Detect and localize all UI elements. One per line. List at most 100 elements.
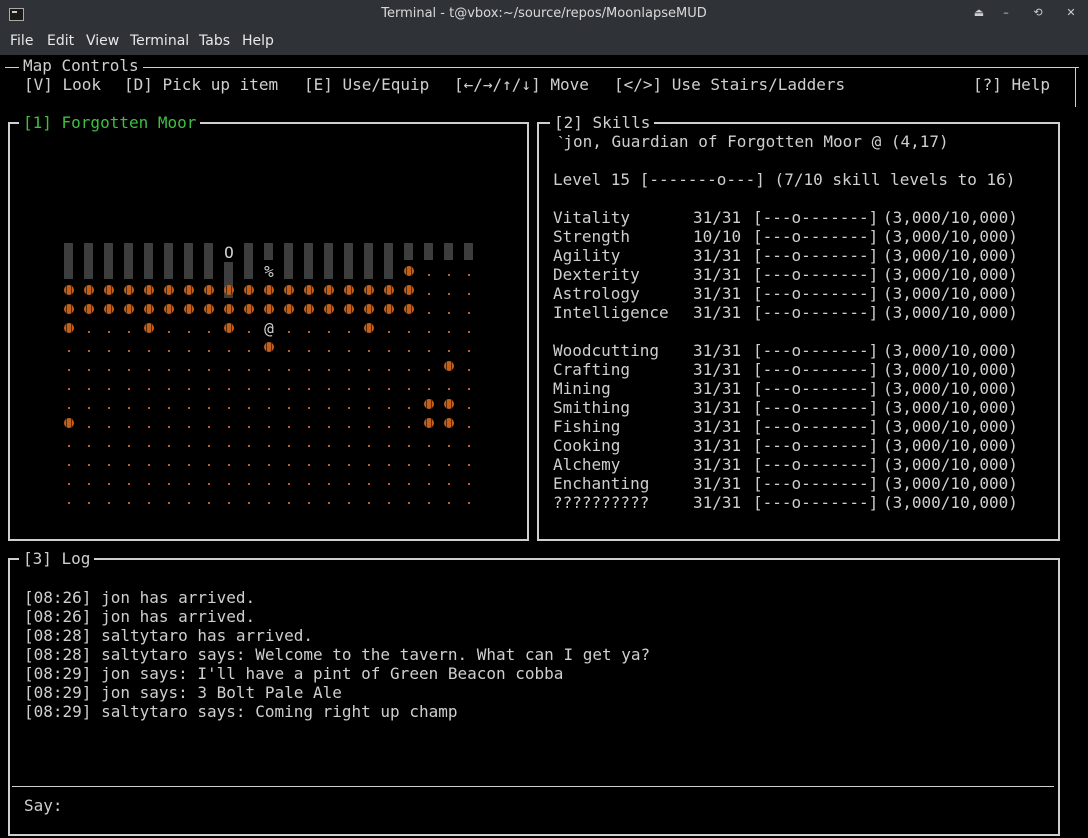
barrel-icon — [104, 285, 114, 295]
menu-file[interactable]: File — [10, 33, 33, 49]
menu-view[interactable]: View — [86, 33, 119, 49]
menu-tabs[interactable]: Tabs — [199, 33, 230, 49]
floor-dot — [448, 464, 450, 466]
floor-dot — [228, 407, 230, 409]
shade-window-icon[interactable]: ⏏ — [970, 4, 988, 22]
floor-dot — [388, 464, 390, 466]
controls-title: Map Controls — [19, 56, 143, 75]
maximize-window-icon[interactable]: ⟲ — [1029, 4, 1047, 22]
barrel-icon — [404, 304, 414, 314]
floor-dot — [448, 350, 450, 352]
skill-value: 31/31 — [693, 341, 742, 360]
floor-dot — [248, 331, 250, 333]
terminal-area[interactable]: Map Controls [V] Look [D] Pick up item [… — [3, 55, 1081, 836]
skill-name: Cooking — [553, 436, 621, 455]
floor-dot — [128, 388, 130, 390]
floor-dot — [168, 407, 170, 409]
skill-name: Fishing — [553, 417, 621, 436]
skill-progress: [---o-------] — [753, 265, 879, 284]
floor-dot — [468, 293, 470, 295]
floor-dot — [308, 369, 310, 371]
floor-dot — [188, 483, 190, 485]
floor-dot — [228, 350, 230, 352]
floor-dot — [188, 331, 190, 333]
floor-dot — [188, 426, 190, 428]
barrel-icon — [384, 285, 394, 295]
floor-dot — [128, 502, 130, 504]
floor-dot — [388, 369, 390, 371]
menu-help[interactable]: Help — [242, 33, 274, 49]
floor-dot — [428, 502, 430, 504]
floor-dot — [348, 369, 350, 371]
skill-progress: [---o-------] — [753, 341, 879, 360]
floor-dot — [228, 445, 230, 447]
floor-dot — [348, 464, 350, 466]
floor-dot — [228, 388, 230, 390]
floor-dot — [448, 293, 450, 295]
barrel-icon — [184, 304, 194, 314]
floor-dot — [168, 483, 170, 485]
barrel-icon — [64, 418, 74, 428]
floor-dot — [448, 331, 450, 333]
wall-segment — [264, 243, 273, 260]
floor-dot — [68, 502, 70, 504]
skill-progress: [---o-------] — [753, 379, 879, 398]
floor-dot — [368, 350, 370, 352]
skill-xp: (3,000/10,000) — [883, 284, 1018, 303]
floor-dot — [268, 426, 270, 428]
floor-dot — [148, 464, 150, 466]
skill-name: Mining — [553, 379, 611, 398]
skills-header: ˋjon, Guardian of Forgotten Moor @ (4,17… — [558, 132, 949, 151]
skill-xp: (3,000/10,000) — [883, 246, 1018, 265]
floor-dot — [328, 464, 330, 466]
controls-top-rule — [5, 67, 1079, 68]
floor-dot — [208, 331, 210, 333]
floor-dot — [308, 445, 310, 447]
wall-segment — [84, 243, 93, 279]
floor-dot — [428, 331, 430, 333]
floor-dot — [208, 483, 210, 485]
skill-xp: (3,000/10,000) — [883, 455, 1018, 474]
minimize-window-icon[interactable]: – — [997, 4, 1015, 22]
floor-dot — [108, 426, 110, 428]
floor-dot — [168, 502, 170, 504]
floor-dot — [88, 483, 90, 485]
map-title: [1] Forgotten Moor — [19, 113, 201, 132]
floor-dot — [228, 483, 230, 485]
skill-progress: [---o-------] — [753, 284, 879, 303]
floor-dot — [128, 445, 130, 447]
barrel-icon — [264, 342, 274, 352]
floor-dot — [108, 369, 110, 371]
floor-dot — [468, 464, 470, 466]
menu-edit[interactable]: Edit — [47, 33, 74, 49]
floor-dot — [88, 350, 90, 352]
barrel-icon — [124, 285, 134, 295]
floor-dot — [388, 483, 390, 485]
floor-dot — [208, 369, 210, 371]
floor-dot — [148, 407, 150, 409]
floor-dot — [108, 331, 110, 333]
floor-dot — [288, 445, 290, 447]
skill-value: 31/31 — [693, 303, 742, 322]
floor-dot — [208, 502, 210, 504]
skill-value: 31/31 — [693, 265, 742, 284]
map-view[interactable]: O % @ — [59, 243, 479, 533]
barrel-icon — [444, 399, 454, 409]
barrel-icon — [64, 323, 74, 333]
floor-dot — [468, 426, 470, 428]
floor-dot — [348, 388, 350, 390]
floor-dot — [88, 445, 90, 447]
floor-dot — [428, 293, 430, 295]
log-line: [08:28] saltytaro says: Welcome to the t… — [24, 645, 651, 664]
floor-dot — [428, 369, 430, 371]
floor-dot — [408, 445, 410, 447]
close-window-icon[interactable]: ✕ — [1062, 4, 1080, 22]
skill-value: 31/31 — [693, 246, 742, 265]
floor-dot — [348, 350, 350, 352]
skill-xp: (3,000/10,000) — [883, 436, 1018, 455]
barrel-icon — [304, 304, 314, 314]
menu-terminal[interactable]: Terminal — [130, 33, 189, 49]
floor-dot — [468, 350, 470, 352]
floor-dot — [188, 464, 190, 466]
barrel-icon — [424, 399, 434, 409]
